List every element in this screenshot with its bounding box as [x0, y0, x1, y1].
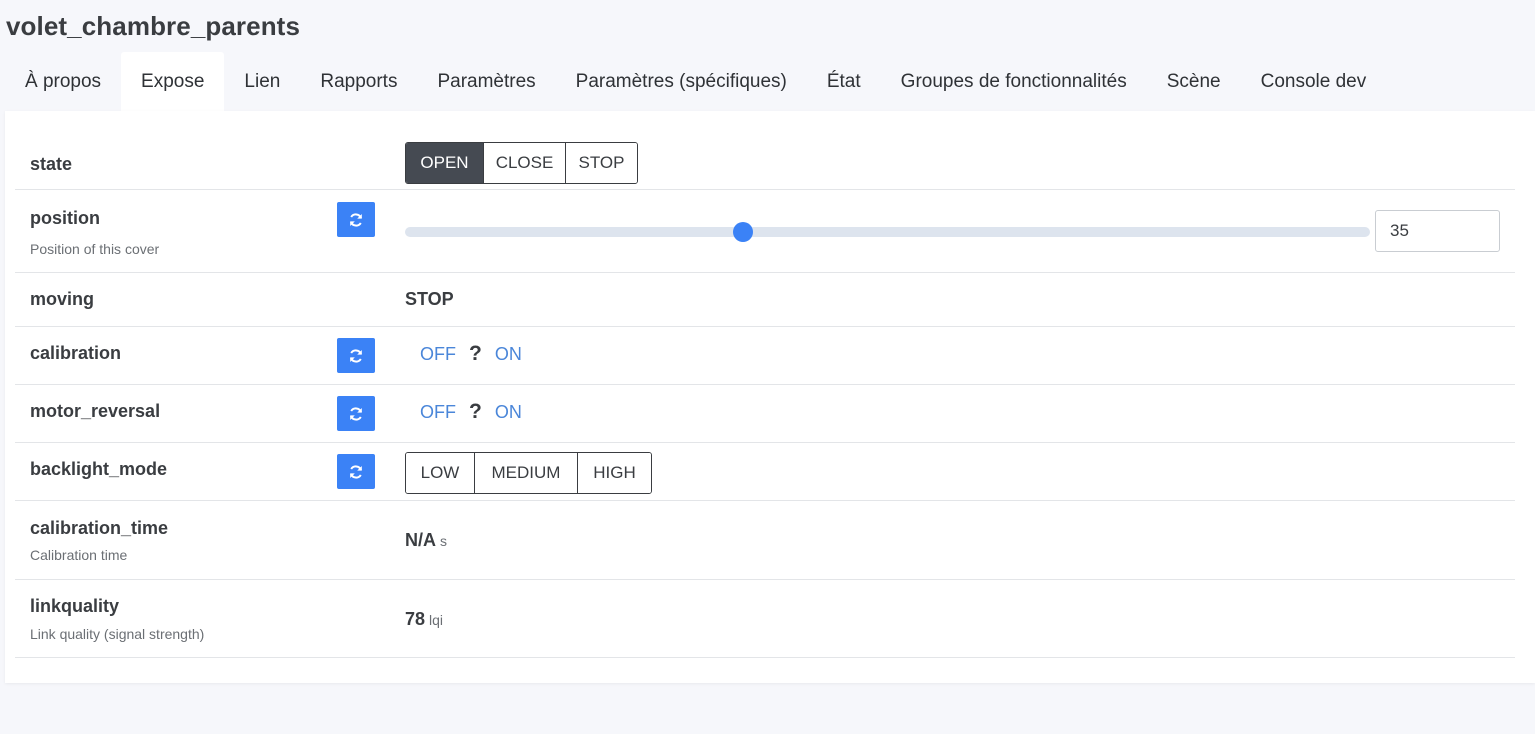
- moving-value: STOP: [405, 289, 454, 309]
- row-linkquality: linkquality Link quality (signal strengt…: [15, 580, 1515, 658]
- row-label: state: [30, 154, 73, 174]
- motor-reversal-on-button[interactable]: ON: [495, 402, 522, 423]
- unknown-state-icon: ?: [469, 400, 482, 423]
- tab-expose[interactable]: Expose: [121, 52, 225, 111]
- value-unit: lqi: [429, 612, 444, 628]
- expose-panel: state OPEN CLOSE STOP position Position …: [5, 111, 1535, 683]
- tab-rapports[interactable]: Rapports: [300, 52, 417, 111]
- row-moving: moving STOP: [15, 273, 1515, 327]
- row-label: calibration: [30, 343, 122, 363]
- tab-bar: À propos Expose Lien Rapports Paramètres…: [5, 52, 1386, 111]
- backlight-medium-button[interactable]: MEDIUM: [474, 453, 577, 493]
- refresh-icon: [350, 348, 362, 363]
- calibration-off-button[interactable]: OFF: [420, 344, 456, 365]
- row-backlight-mode: backlight_mode LOW MEDIUM HIGH: [15, 443, 1515, 501]
- refresh-icon: [350, 212, 362, 227]
- page-title: volet_chambre_parents: [6, 11, 301, 41]
- tab-console-dev[interactable]: Console dev: [1241, 52, 1387, 111]
- row-description: Position of this cover: [30, 241, 160, 257]
- state-button-group: OPEN CLOSE STOP: [405, 142, 638, 184]
- motor-reversal-toggle: OFF ? ON: [420, 400, 522, 424]
- position-slider-thumb[interactable]: [732, 222, 753, 242]
- row-label: moving: [30, 289, 95, 309]
- position-number-input[interactable]: [1375, 210, 1500, 252]
- row-description: Link quality (signal strength): [30, 626, 205, 642]
- row-description: Calibration time: [30, 547, 128, 563]
- row-label: position: [30, 208, 100, 228]
- motor-reversal-off-button[interactable]: OFF: [420, 402, 456, 423]
- row-calibration: calibration OFF ? ON: [15, 327, 1515, 385]
- tab-parametres[interactable]: Paramètres: [417, 52, 555, 111]
- value-number: N/A: [405, 530, 436, 550]
- calibration-refresh-button[interactable]: [337, 338, 375, 373]
- row-label: backlight_mode: [30, 459, 168, 479]
- position-refresh-button[interactable]: [337, 202, 375, 237]
- value-unit: s: [440, 533, 447, 549]
- backlight-mode-button-group: LOW MEDIUM HIGH: [405, 452, 652, 494]
- row-state: state OPEN CLOSE STOP: [15, 131, 1515, 190]
- tab-parametres-specifiques[interactable]: Paramètres (spécifiques): [556, 52, 807, 111]
- row-label: motor_reversal: [30, 401, 161, 421]
- state-open-button[interactable]: OPEN: [406, 143, 483, 183]
- refresh-icon: [350, 406, 362, 421]
- value-number: 78: [405, 609, 426, 629]
- backlight-high-button[interactable]: HIGH: [577, 453, 651, 493]
- tab-scene[interactable]: Scène: [1147, 52, 1241, 111]
- position-slider[interactable]: [405, 222, 1370, 242]
- refresh-icon: [350, 464, 362, 479]
- state-stop-button[interactable]: STOP: [565, 143, 637, 183]
- row-label: calibration_time: [30, 518, 169, 538]
- calibration-toggle: OFF ? ON: [420, 342, 522, 366]
- row-calibration-time: calibration_time Calibration time N/A s: [15, 501, 1515, 580]
- backlight-mode-refresh-button[interactable]: [337, 454, 375, 489]
- calibration-on-button[interactable]: ON: [495, 344, 522, 365]
- linkquality-value: 78 lqi: [405, 609, 443, 630]
- row-position: position Position of this cover: [15, 190, 1515, 273]
- tab-lien[interactable]: Lien: [224, 52, 300, 111]
- row-label: linkquality: [30, 596, 120, 616]
- state-close-button[interactable]: CLOSE: [483, 143, 565, 183]
- tab-a-propos[interactable]: À propos: [5, 52, 121, 111]
- motor-reversal-refresh-button[interactable]: [337, 396, 375, 431]
- backlight-low-button[interactable]: LOW: [406, 453, 474, 493]
- unknown-state-icon: ?: [469, 342, 482, 365]
- tab-groupes-fonctionnalites[interactable]: Groupes de fonctionnalités: [881, 52, 1147, 111]
- calibration-time-value: N/A s: [405, 530, 447, 551]
- tab-etat[interactable]: État: [807, 52, 881, 111]
- row-motor-reversal: motor_reversal OFF ? ON: [15, 385, 1515, 443]
